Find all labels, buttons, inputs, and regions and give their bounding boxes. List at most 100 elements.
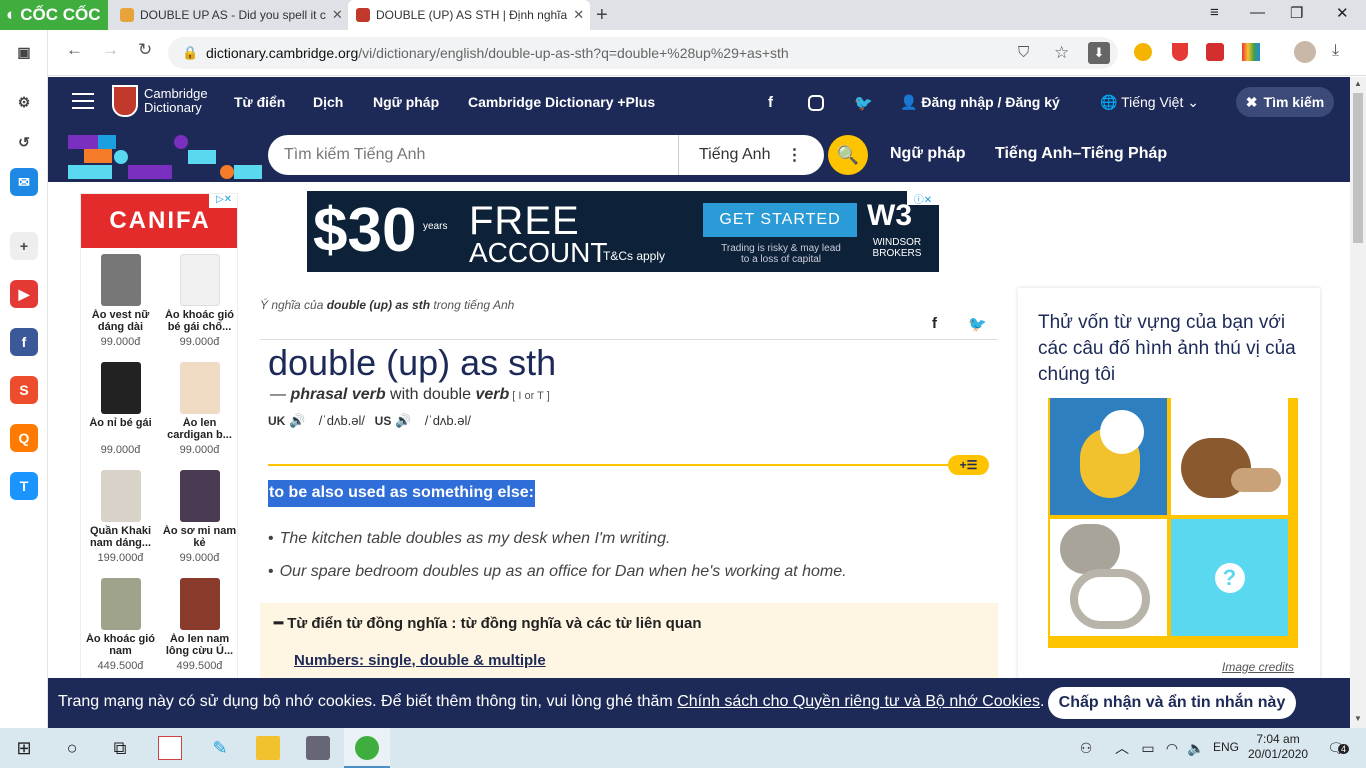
share-facebook-icon[interactable]: f xyxy=(932,315,937,332)
paint-icon[interactable]: ✎ xyxy=(208,736,232,760)
windows-start-icon[interactable]: ⊞ xyxy=(12,736,36,760)
app2-icon[interactable] xyxy=(306,736,330,760)
tab-spelling[interactable]: DOUBLE UP AS - Did you spell it c ✕ xyxy=(112,0,348,30)
clock[interactable]: 7:04 am 20/01/2020 xyxy=(1248,732,1308,762)
youtube-icon[interactable]: ▶ xyxy=(10,280,38,308)
extension-color-icon[interactable] xyxy=(1242,43,1260,61)
dictionary-selector[interactable]: Tiếng Anh ⋮ xyxy=(678,135,824,175)
input-language[interactable]: ENG xyxy=(1213,740,1239,754)
uk-audio-icon[interactable]: 🔊 xyxy=(289,413,305,428)
volume-icon[interactable]: 🔈 xyxy=(1184,736,1208,760)
search-input[interactable]: Tìm kiếm Tiếng Anh Tiếng Anh ⋮ xyxy=(268,135,824,175)
close-tab-icon[interactable]: ✕ xyxy=(573,7,584,23)
share-twitter-icon[interactable]: 🐦 xyxy=(968,315,987,333)
history-icon[interactable]: ↺ xyxy=(10,128,38,156)
quiz-image-grid[interactable]: ? xyxy=(1048,398,1298,648)
ad-product[interactable]: Áo vest nữ dáng dài 99.000đ xyxy=(81,254,160,348)
downloads-icon[interactable]: ⤓ xyxy=(1332,42,1339,60)
grammar-link[interactable]: Ngữ pháp xyxy=(890,145,966,163)
site-logo[interactable]: Cambridge Dictionary xyxy=(112,85,214,117)
close-window-icon[interactable]: ✕ xyxy=(1336,4,1349,22)
close-tab-icon[interactable]: ✕ xyxy=(332,7,343,23)
nav-grammar[interactable]: Ngữ pháp xyxy=(373,94,439,110)
file-explorer-icon[interactable] xyxy=(256,736,280,760)
scroll-down-icon[interactable]: ▼ xyxy=(1354,714,1362,723)
forward-icon[interactable]: → xyxy=(102,40,119,60)
language-selector[interactable]: 🌐 Tiếng Việt ⌄ xyxy=(1100,94,1199,111)
english-french-link[interactable]: Tiếng Anh–Tiếng Pháp xyxy=(995,145,1167,163)
minimize-icon[interactable]: — xyxy=(1250,4,1265,21)
ad-product[interactable]: Áo khoác gió bé gái chố... 99.000đ xyxy=(160,254,237,348)
settings-icon[interactable]: ⚙ xyxy=(10,88,38,116)
avatar[interactable] xyxy=(1294,41,1316,63)
sidebar-toggle-icon[interactable]: ▣ xyxy=(10,38,38,66)
search-app-icon[interactable]: Q xyxy=(10,424,38,452)
ad-product[interactable]: Quần Khaki nam dáng... 199.000đ xyxy=(81,470,160,564)
tab-cambridge[interactable]: DOUBLE (UP) AS STH | Định nghĩa ✕ xyxy=(348,0,590,30)
instagram-icon[interactable] xyxy=(808,95,824,111)
login-link[interactable]: 👤 Đăng nhập / Đăng ký xyxy=(900,94,1060,111)
ad-product[interactable]: Áo khoác gió nam 449.500đ xyxy=(81,578,160,672)
octopus-image[interactable] xyxy=(1050,519,1167,636)
task-view-icon[interactable]: ⧉ xyxy=(108,736,132,760)
twitter-icon[interactable]: 🐦 xyxy=(854,94,873,112)
left-advertisement[interactable]: CANIFA ▷✕ Áo vest nữ dáng dài 99.000đ Áo … xyxy=(80,193,238,683)
scrollbar[interactable]: ▲ ▼ xyxy=(1350,77,1366,728)
privacy-policy-link[interactable]: Chính sách cho Quyền riêng tư và Bộ nhớ … xyxy=(677,693,1040,710)
tiki-icon[interactable]: T xyxy=(10,472,38,500)
image-credits-link[interactable]: Image credits xyxy=(1222,660,1294,674)
maximize-icon[interactable]: ❐ xyxy=(1290,4,1303,22)
us-audio-icon[interactable]: 🔊 xyxy=(395,413,411,428)
uk-ipa: /ˈdʌb.əl/ xyxy=(318,413,366,428)
nav-translate[interactable]: Dịch xyxy=(313,94,343,110)
shield-icon[interactable]: ⛉ xyxy=(1018,44,1029,61)
parrot-image[interactable] xyxy=(1050,398,1167,515)
shopee-icon[interactable]: S xyxy=(10,376,38,404)
new-tab-icon[interactable]: + xyxy=(596,4,608,27)
add-icon[interactable]: + xyxy=(10,232,38,260)
ad-product[interactable]: Áo len cardigan b... 99.000đ xyxy=(160,362,237,456)
tray-chevron-icon[interactable]: ︿ xyxy=(1110,736,1134,760)
ad-choices-icon[interactable]: ▷✕ xyxy=(209,194,237,208)
snail-image[interactable] xyxy=(1171,398,1288,515)
browser-logo[interactable]: ◐ CỐC CỐC xyxy=(0,0,108,30)
search-circle-icon[interactable]: ○ xyxy=(60,736,84,760)
bookmark-star-icon[interactable]: ☆ xyxy=(1054,43,1069,63)
breadcrumb-post: trong tiếng Anh xyxy=(430,298,515,312)
ad-choices-icon[interactable]: ⓘ✕ xyxy=(907,191,939,206)
extension-red-icon[interactable] xyxy=(1206,43,1224,61)
extension-shield-icon[interactable] xyxy=(1172,43,1188,61)
add-to-list-button[interactable]: +☰ xyxy=(948,455,989,475)
ad-product[interactable]: Áo sơ mi nam kẻ 99.000đ xyxy=(160,470,237,564)
nav-dictionary[interactable]: Từ điển xyxy=(234,94,285,110)
extension-chrome-icon[interactable] xyxy=(1134,43,1152,61)
browser-taskbar-button[interactable] xyxy=(344,728,390,768)
back-icon[interactable]: ← xyxy=(66,40,83,60)
address-bar[interactable]: 🔒 dictionary.cambridge.org/vi/dictionary… xyxy=(168,37,1118,69)
thesaurus-link[interactable]: Numbers: single, double & multiple xyxy=(294,652,546,669)
header-search-button[interactable]: ✖ Tìm kiếm xyxy=(1236,87,1334,117)
ad-product[interactable]: Áo nỉ bé gái 99.000đ xyxy=(81,362,160,456)
facebook-icon[interactable]: f xyxy=(768,94,773,111)
scroll-thumb[interactable] xyxy=(1353,93,1363,243)
cookie-message: Trang mạng này có sử dụng bộ nhớ cookies… xyxy=(58,693,1044,711)
accept-cookies-button[interactable]: Chấp nhận và ẩn tin nhắn này xyxy=(1048,687,1296,719)
app-icon[interactable] xyxy=(158,736,182,760)
scroll-up-icon[interactable]: ▲ xyxy=(1354,79,1362,88)
banner-advertisement[interactable]: $30 years FREE ACCOUNT T&Cs apply GET ST… xyxy=(307,191,939,272)
reload-icon[interactable]: ↻ xyxy=(138,40,152,60)
battery-icon[interactable]: ▭ xyxy=(1136,736,1160,760)
ad-product[interactable]: Áo len nam lông cừu Ú... 499.500đ xyxy=(160,578,237,672)
nav-plus[interactable]: Cambridge Dictionary +Plus xyxy=(468,94,655,110)
people-icon[interactable]: ⚇ xyxy=(1074,736,1098,760)
search-submit-button[interactable]: 🔍 xyxy=(828,135,868,175)
messenger-icon[interactable]: ✉ xyxy=(10,168,38,196)
banner-cta-button[interactable]: GET STARTED xyxy=(703,203,857,237)
facebook-icon[interactable]: f xyxy=(10,328,38,356)
download-icon[interactable]: ⬇ xyxy=(1088,42,1110,64)
hamburger-menu-icon[interactable] xyxy=(72,93,94,111)
thesaurus-toggle[interactable]: ━ Từ điển từ đồng nghĩa : từ đồng nghĩa … xyxy=(274,614,701,632)
question-mark-image[interactable]: ? xyxy=(1171,519,1288,636)
menu-icon[interactable]: ≡ xyxy=(1210,4,1219,21)
wifi-icon[interactable]: ◠ xyxy=(1160,736,1184,760)
